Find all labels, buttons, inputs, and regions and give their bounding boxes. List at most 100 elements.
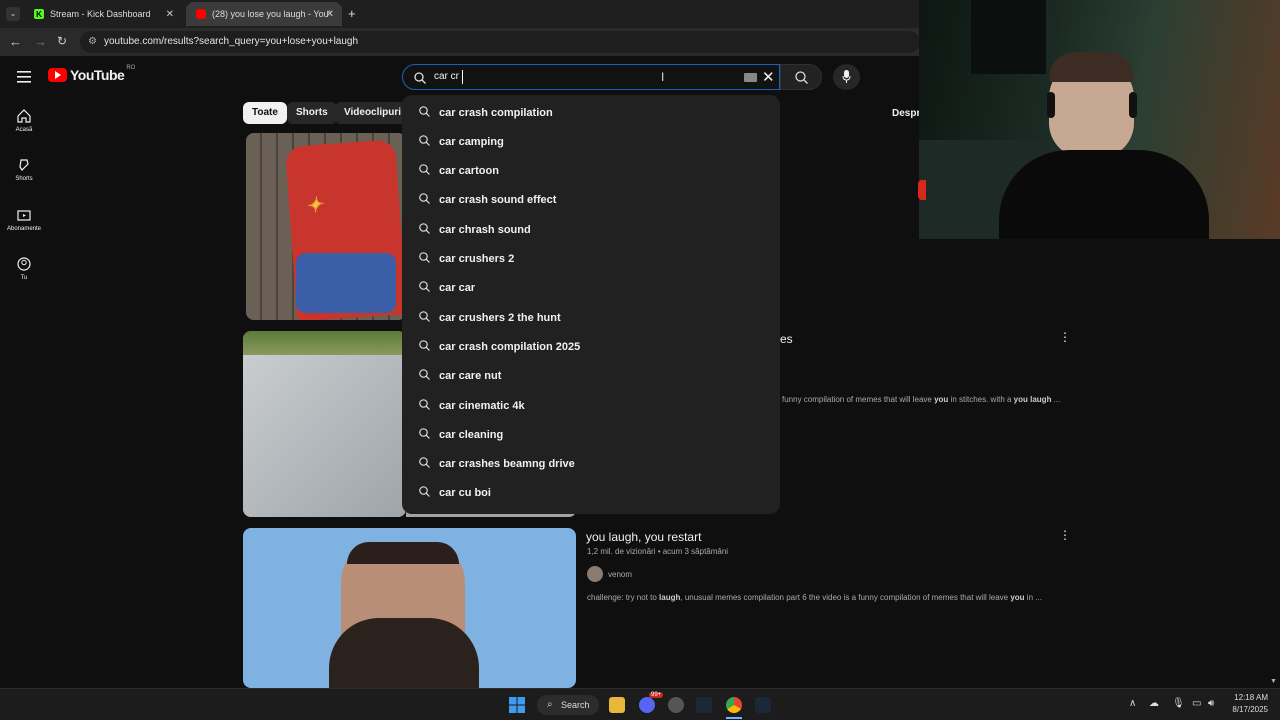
webcam-headphone-right	[1129, 92, 1137, 118]
file-explorer-icon[interactable]	[609, 697, 625, 713]
voice-search-button[interactable]	[833, 64, 860, 90]
app-icon[interactable]	[668, 697, 684, 713]
webcam-red-object	[918, 180, 926, 200]
youtube-play-icon	[48, 68, 67, 82]
windows-taskbar: ⌕ Search 99+ ∧ ☁ 🎙︎ ▭ 🔊︎ 12:18 AM 8/17/2…	[0, 688, 1280, 720]
clock-date[interactable]: 8/17/2025	[1226, 705, 1268, 714]
close-tab-icon[interactable]: ✕	[166, 9, 174, 20]
suggestion-label: car cinematic 4k	[439, 399, 525, 412]
sidebar-item-shorts[interactable]: Shorts	[0, 158, 48, 182]
forward-icon[interactable]: →	[34, 34, 47, 49]
search-input[interactable]: car cr I ✕	[402, 64, 780, 90]
search-icon	[419, 427, 430, 442]
discord-icon[interactable]	[639, 697, 655, 713]
suggestion-label: car camping	[439, 135, 504, 148]
search-button[interactable]	[780, 64, 822, 90]
search-suggestion-item[interactable]: car crushers 2 the hunt	[402, 303, 780, 332]
new-tab-icon[interactable]: +	[348, 6, 356, 21]
sidebar-item-you[interactable]: Tu	[0, 257, 48, 281]
search-icon	[419, 193, 430, 207]
video-thumbnail-3[interactable]	[243, 528, 576, 688]
search-suggestion-item[interactable]: car cleaning	[402, 420, 780, 449]
back-icon[interactable]: ←	[9, 34, 22, 49]
sidebar-item-label: Abonamente	[6, 226, 42, 232]
tab-label: (28) you lose you laugh - YouTu	[212, 9, 330, 19]
clear-search-icon[interactable]: ✕	[762, 68, 775, 86]
webcam-headphone-left	[1047, 92, 1055, 118]
thumbnail-hair	[347, 542, 459, 564]
video-thumbnail-2[interactable]	[243, 331, 406, 517]
suggestion-label: car crash compilation	[439, 106, 553, 119]
search-icon	[419, 164, 430, 178]
youtube-logo[interactable]: YouTube RO	[48, 65, 135, 83]
video-1-title-fragment[interactable]: es	[780, 332, 793, 346]
kick-icon: K	[34, 9, 44, 19]
active-app-indicator	[726, 717, 742, 719]
search-suggestion-item[interactable]: car chrash sound	[402, 215, 780, 244]
video-2-meta: 1,2 mil. de vizionări • acum 3 săptămâni	[587, 547, 729, 556]
chrome-icon[interactable]	[726, 697, 742, 713]
suggestion-label: car cartoon	[439, 165, 499, 178]
youtube-favicon-icon	[196, 9, 206, 19]
search-suggestion-item[interactable]: car cinematic 4k	[402, 391, 780, 420]
channel-name[interactable]: venom	[608, 570, 632, 579]
volume-icon[interactable]: 🔊︎	[1208, 698, 1214, 709]
search-suggestion-item[interactable]: car care nut	[402, 362, 780, 391]
suggestion-label: car crash compilation 2025	[439, 340, 581, 353]
search-suggestion-item[interactable]: car camping	[402, 127, 780, 156]
tab-kick-dashboard[interactable]: K Stream - Kick Dashboard ✕	[24, 2, 182, 26]
sidebar-item-label: Acasă	[15, 127, 33, 133]
site-info-icon[interactable]: ⚙	[88, 31, 97, 53]
menu-icon[interactable]	[17, 70, 31, 88]
more-options-icon[interactable]: ⋮	[1059, 528, 1071, 542]
channel-avatar[interactable]	[587, 566, 603, 582]
network-icon[interactable]: ▭	[1192, 698, 1201, 709]
taskbar-search-button[interactable]: ⌕ Search	[537, 695, 599, 715]
video-2-title[interactable]: you laugh, you restart	[586, 530, 701, 544]
chip-all[interactable]: Toate	[243, 102, 287, 124]
search-suggestion-item[interactable]: car cu boi	[402, 479, 780, 508]
sidebar-item-subscriptions[interactable]: Abonamente	[0, 208, 48, 232]
search-suggestion-item[interactable]: car cartoon	[402, 157, 780, 186]
search-suggestion-item[interactable]: car crash compilation 2025	[402, 332, 780, 361]
suggestion-label: car crushers 2	[439, 253, 515, 265]
close-tab-icon[interactable]: ✕	[326, 9, 334, 20]
cloud-icon[interactable]: ☁	[1149, 698, 1159, 709]
keyboard-icon[interactable]	[744, 73, 757, 82]
suggestion-label: car car	[439, 282, 476, 295]
search-suggestion-item[interactable]: car crash compilation	[402, 98, 780, 127]
clock-time[interactable]: 12:18 AM	[1226, 693, 1268, 702]
tab-list-button[interactable]: ⌄	[6, 7, 20, 21]
steam-icon[interactable]	[755, 697, 771, 713]
url-field[interactable]: ⚙ youtube.com/results?search_query=you+l…	[80, 31, 920, 53]
chip-shorts[interactable]: Shorts	[287, 102, 337, 124]
suggestion-label: car cleaning	[439, 428, 504, 441]
sidebar-item-label: Shorts	[15, 176, 33, 182]
tray-overflow-icon[interactable]: ∧	[1129, 698, 1136, 709]
search-suggestion-item[interactable]: car crashes beamng drive	[402, 450, 780, 479]
windows-start-icon[interactable]	[509, 697, 525, 713]
subscriptions-icon	[17, 210, 31, 221]
search-icon	[419, 398, 430, 413]
microphone-icon[interactable]: 🎙︎	[1172, 698, 1185, 709]
webcam-overlay	[919, 0, 1280, 239]
thumbnail-pavement	[243, 355, 406, 517]
home-icon	[17, 109, 31, 123]
search-icon	[419, 486, 430, 500]
steam-icon[interactable]	[696, 697, 712, 713]
reload-icon[interactable]: ↻	[57, 34, 67, 48]
tab-youtube[interactable]: (28) you lose you laugh - YouTu ✕	[186, 2, 342, 26]
search-icon	[419, 134, 430, 149]
snack-bag-bottom	[296, 253, 396, 313]
video-thumbnail-1[interactable]: ✦	[246, 133, 406, 320]
suggestion-label: car care nut	[439, 370, 502, 383]
search-suggestion-item[interactable]: car crash sound effect	[402, 186, 780, 215]
chip-videos[interactable]: Videoclipuri	[335, 102, 411, 124]
more-options-icon[interactable]: ⋮	[1059, 330, 1071, 344]
search-suggestion-item[interactable]: car crushers 2	[402, 245, 780, 274]
search-suggestion-item[interactable]: car car	[402, 274, 780, 303]
search-icon	[419, 105, 430, 120]
scroll-down-arrow[interactable]: ▼	[1270, 678, 1277, 685]
url-text: youtube.com/results?search_query=you+los…	[104, 36, 359, 47]
sidebar-item-home[interactable]: Acasă	[0, 109, 48, 133]
